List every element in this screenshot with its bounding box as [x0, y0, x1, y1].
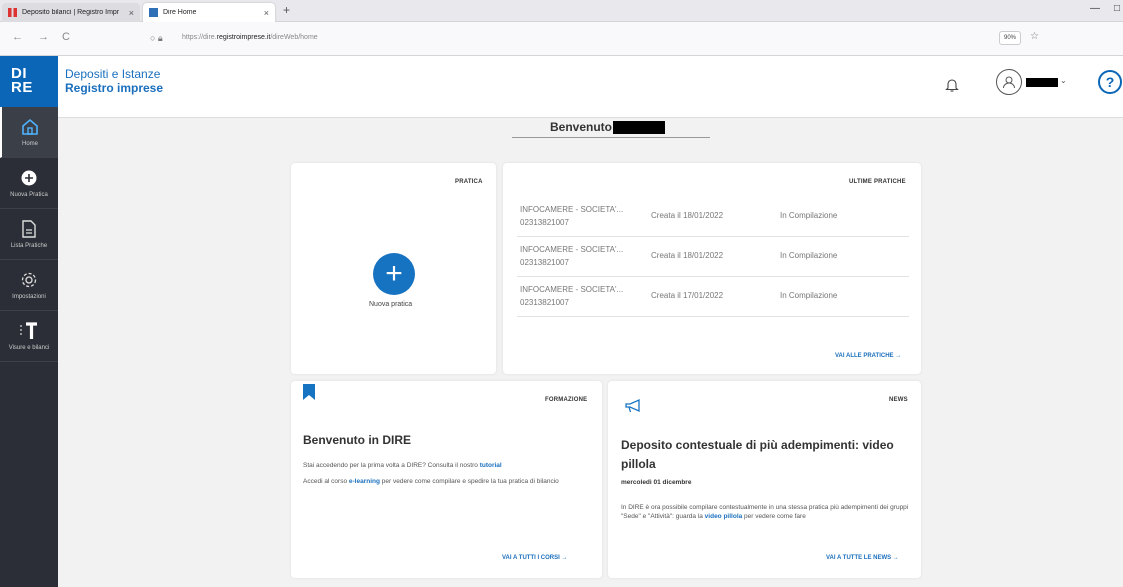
sidebar-item-home[interactable]: Home: [0, 107, 58, 158]
address-bar[interactable]: https://dire.registroimprese.it/direWeb/…: [182, 34, 318, 41]
pratica-status: In Compilazione: [780, 211, 838, 220]
bell-icon[interactable]: [945, 77, 959, 98]
pratica-name: INFOCAMERE - SOCIETA'...: [520, 285, 624, 294]
app-header: Depositi e Istanze Registro imprese ⌄ ?: [58, 56, 1123, 118]
card-tag: PRATICA: [455, 179, 483, 185]
welcome-title: Benvenuto: [550, 120, 613, 134]
pratica-date: Creata il 18/01/2022: [651, 251, 724, 260]
help-button[interactable]: ?: [1098, 70, 1122, 94]
user-name-redacted[interactable]: [1026, 78, 1058, 87]
browser-tabbar: Deposito bilanci | Registro Impr × Dire …: [0, 0, 1123, 22]
home-icon: [20, 117, 40, 137]
pratica-row[interactable]: INFOCAMERE - SOCIETA'... 02313821007 Crea…: [517, 278, 909, 317]
pratica-row[interactable]: INFOCAMERE - SOCIETA'... 02313821007 Crea…: [517, 198, 909, 237]
bookmark-star-icon[interactable]: ☆: [1030, 31, 1039, 42]
close-tab-icon[interactable]: ×: [129, 8, 134, 18]
vai-alle-pratiche-link[interactable]: VAI ALLE PRATICHE →: [835, 353, 901, 359]
dire-favicon-icon: [149, 8, 158, 17]
sidebar-item-label: Nuova Pratica: [10, 192, 48, 198]
forward-button[interactable]: →: [38, 31, 49, 43]
vai-a-tutte-le-news-link[interactable]: VAI A TUTTE LE NEWS →: [826, 555, 899, 561]
pratica-date: Creata il 17/01/2022: [651, 291, 724, 300]
sidebar-item-nuova-pratica[interactable]: Nuova Pratica: [0, 158, 58, 209]
pratica-status: In Compilazione: [780, 251, 838, 260]
sidebar: DI RE Home Nuova Pratica Lista Pratiche …: [0, 56, 58, 587]
sidebar-item-lista-pratiche[interactable]: Lista Pratiche: [0, 209, 58, 260]
news-title[interactable]: Deposito contestuale di più adempimenti:…: [621, 436, 911, 474]
pratica-code: 02313821007: [520, 258, 569, 267]
document-icon: [19, 219, 39, 239]
tab-title: Deposito bilanci | Registro Impr: [22, 9, 120, 16]
app-subtitle: Depositi e Istanze: [65, 67, 161, 81]
maximize-button[interactable]: □: [1114, 3, 1120, 14]
new-pratica-label[interactable]: Nuova pratica: [369, 301, 412, 308]
sidebar-item-label: Visure e bilanci: [8, 345, 50, 351]
dire-logo[interactable]: DI RE: [0, 56, 58, 107]
plus-circle-icon: [19, 168, 39, 188]
megaphone-icon: [624, 398, 644, 419]
tutorial-link[interactable]: tutorial: [480, 462, 502, 469]
new-tab-button[interactable]: +: [283, 3, 290, 17]
bookmark-icon: [303, 384, 315, 405]
welcome-user-redacted: [613, 121, 665, 134]
card-tag: FORMAZIONE: [545, 397, 588, 403]
card-tag: NEWS: [889, 397, 908, 403]
sidebar-item-label: Home: [21, 141, 38, 147]
pratica-name: INFOCAMERE - SOCIETA'...: [520, 205, 624, 214]
pratica-card: PRATICA + Nuova pratica: [291, 163, 496, 374]
visure-icon: [19, 321, 39, 341]
formazione-title: Benvenuto in DIRE: [303, 433, 412, 447]
formazione-text-elearning: Accedi al corso e-learning per vedere co…: [303, 478, 559, 485]
sidebar-item-label: Impostazioni: [12, 294, 46, 300]
app-title: Registro imprese: [65, 81, 164, 95]
minimize-button[interactable]: —: [1090, 3, 1100, 14]
browser-tab-deposito[interactable]: Deposito bilanci | Registro Impr ×: [2, 3, 140, 22]
zoom-level[interactable]: 90%: [999, 31, 1021, 45]
pratica-row[interactable]: INFOCAMERE - SOCIETA'... 02313821007 Crea…: [517, 238, 909, 277]
news-card: NEWS Deposito contestuale di più adempim…: [608, 381, 921, 578]
registro-favicon-icon: [8, 8, 17, 17]
welcome-divider: [512, 137, 710, 138]
browser-urlbar: ← → C ○ 🔒︎ https://dire.registroimprese.…: [0, 22, 1123, 56]
news-date: mercoledì 01 dicembre: [621, 479, 692, 486]
vai-a-tutti-i-corsi-link[interactable]: VAI A TUTTI I CORSI →: [502, 555, 567, 561]
pratica-code: 02313821007: [520, 218, 569, 227]
ultime-pratiche-card: ULTIME PRATICHE INFOCAMERE - SOCIETA'...…: [503, 163, 921, 374]
gear-icon: [19, 270, 39, 290]
news-body: In DIRE è ora possibile compilare contes…: [621, 504, 909, 520]
pratica-date: Creata il 18/01/2022: [651, 211, 724, 220]
shield-icon[interactable]: ○ 🔒︎: [150, 33, 163, 44]
e-learning-link[interactable]: e-learning: [349, 478, 380, 485]
pratica-status: In Compilazione: [780, 291, 838, 300]
browser-tab-dire-home[interactable]: Dire Home ×: [143, 3, 275, 22]
sidebar-item-label: Lista Pratiche: [10, 243, 48, 249]
close-tab-icon[interactable]: ×: [264, 8, 269, 18]
pratica-name: INFOCAMERE - SOCIETA'...: [520, 245, 624, 254]
pratica-code: 02313821007: [520, 298, 569, 307]
new-pratica-button[interactable]: +: [373, 253, 415, 295]
sidebar-item-impostazioni[interactable]: Impostazioni: [0, 260, 58, 311]
card-tag: ULTIME PRATICHE: [849, 179, 906, 185]
video-pillola-link[interactable]: video pillola: [705, 513, 743, 520]
chevron-down-icon[interactable]: ⌄: [1060, 76, 1067, 85]
reload-button[interactable]: C: [62, 31, 70, 43]
formazione-card: FORMAZIONE Benvenuto in DIRE Stai accede…: [291, 381, 602, 578]
sidebar-item-visure-bilanci[interactable]: Visure e bilanci: [0, 311, 58, 362]
tab-title: Dire Home: [163, 9, 197, 16]
user-avatar-icon[interactable]: [996, 69, 1022, 95]
formazione-text-tutorial: Stai accedendo per la prima volta a DIRE…: [303, 462, 502, 469]
back-button[interactable]: ←: [12, 31, 23, 43]
